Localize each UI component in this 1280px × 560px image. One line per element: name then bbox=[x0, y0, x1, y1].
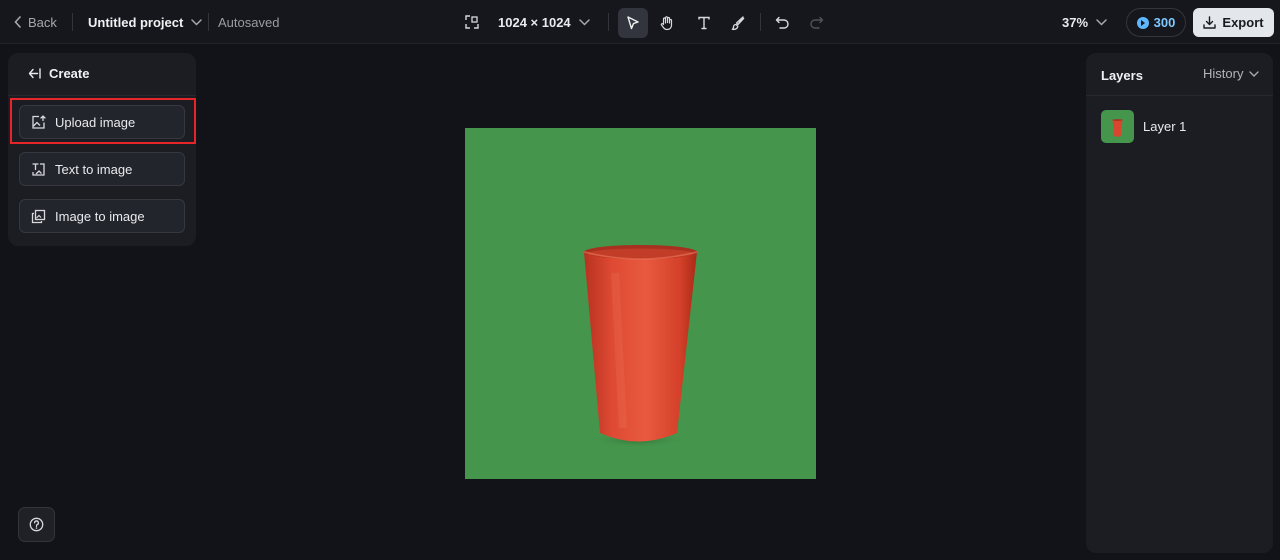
top-bar: Back Untitled project Autosaved 1024 × 1… bbox=[0, 0, 1280, 44]
divider bbox=[608, 13, 609, 31]
layers-tab[interactable]: Layers bbox=[1101, 68, 1143, 83]
cup-image bbox=[583, 245, 698, 448]
upload-image-label: Upload image bbox=[55, 114, 136, 130]
save-status: Autosaved bbox=[218, 14, 280, 30]
image-to-image-icon bbox=[31, 209, 46, 223]
text-to-image-icon bbox=[32, 162, 45, 176]
tool-text[interactable] bbox=[689, 8, 719, 38]
text-to-image-label: Text to image bbox=[55, 161, 133, 177]
image-to-image-label: Image to image bbox=[55, 208, 145, 224]
help-button[interactable] bbox=[18, 507, 55, 542]
credits-icon bbox=[1136, 16, 1149, 29]
export-label: Export bbox=[1222, 15, 1264, 30]
upload-image-button[interactable]: Upload image bbox=[19, 105, 185, 139]
brush-icon bbox=[731, 15, 744, 30]
hand-icon bbox=[660, 16, 673, 31]
divider bbox=[72, 13, 73, 31]
layer-name: Layer 1 bbox=[1143, 119, 1187, 134]
project-name: Untitled project bbox=[88, 14, 184, 30]
back-button[interactable]: Back bbox=[14, 0, 57, 44]
layer-item[interactable]: Layer 1 bbox=[1101, 110, 1261, 143]
divider bbox=[1086, 95, 1273, 96]
chevron-down-icon bbox=[191, 18, 203, 26]
undo-icon bbox=[775, 16, 789, 29]
credits-badge[interactable]: 300 bbox=[1126, 8, 1186, 37]
upload-image-icon bbox=[32, 114, 46, 129]
zoom-dropdown[interactable]: 37% bbox=[1062, 0, 1107, 44]
tool-select[interactable] bbox=[618, 8, 648, 38]
project-name-dropdown[interactable]: Untitled project bbox=[88, 0, 203, 44]
image-to-image-button[interactable]: Image to image bbox=[19, 199, 185, 233]
help-icon bbox=[29, 517, 44, 532]
undo-button[interactable] bbox=[767, 8, 797, 38]
layers-panel: Layers History Layer 1 bbox=[1086, 53, 1273, 553]
text-icon bbox=[698, 16, 710, 30]
create-title: Create bbox=[49, 65, 90, 81]
redo-button[interactable] bbox=[801, 8, 831, 38]
chevron-down-icon bbox=[578, 18, 590, 26]
chevron-down-icon bbox=[1249, 70, 1260, 77]
canvas-artboard[interactable] bbox=[465, 128, 816, 479]
collapse-left-icon bbox=[28, 67, 41, 79]
tool-brush[interactable] bbox=[723, 8, 753, 38]
zoom-level: 37% bbox=[1062, 14, 1089, 30]
canvas-size: 1024 × 1024 bbox=[498, 14, 571, 30]
layer-thumbnail bbox=[1101, 110, 1134, 143]
create-header[interactable]: Create bbox=[28, 65, 89, 81]
text-to-image-button[interactable]: Text to image bbox=[19, 152, 185, 186]
tool-pan[interactable] bbox=[652, 8, 682, 38]
export-button[interactable]: Export bbox=[1193, 8, 1274, 37]
back-label: Back bbox=[28, 14, 57, 30]
canvas-size-dropdown[interactable]: 1024 × 1024 bbox=[498, 0, 590, 44]
resize-icon bbox=[465, 15, 479, 29]
resize-button[interactable] bbox=[462, 12, 482, 32]
redo-icon bbox=[809, 16, 823, 29]
create-panel: Create Upload image Text to image Image … bbox=[8, 53, 196, 246]
credits-count: 300 bbox=[1153, 15, 1176, 30]
divider bbox=[760, 13, 761, 31]
download-icon bbox=[1203, 16, 1217, 29]
chevron-down-icon bbox=[1096, 18, 1107, 26]
divider bbox=[8, 95, 196, 96]
cursor-icon bbox=[627, 16, 639, 30]
history-label: History bbox=[1203, 66, 1244, 81]
divider bbox=[208, 13, 209, 31]
cup-thumbnail-icon bbox=[1112, 119, 1123, 137]
chevron-left-icon bbox=[14, 16, 21, 28]
history-dropdown[interactable]: History bbox=[1203, 66, 1260, 81]
